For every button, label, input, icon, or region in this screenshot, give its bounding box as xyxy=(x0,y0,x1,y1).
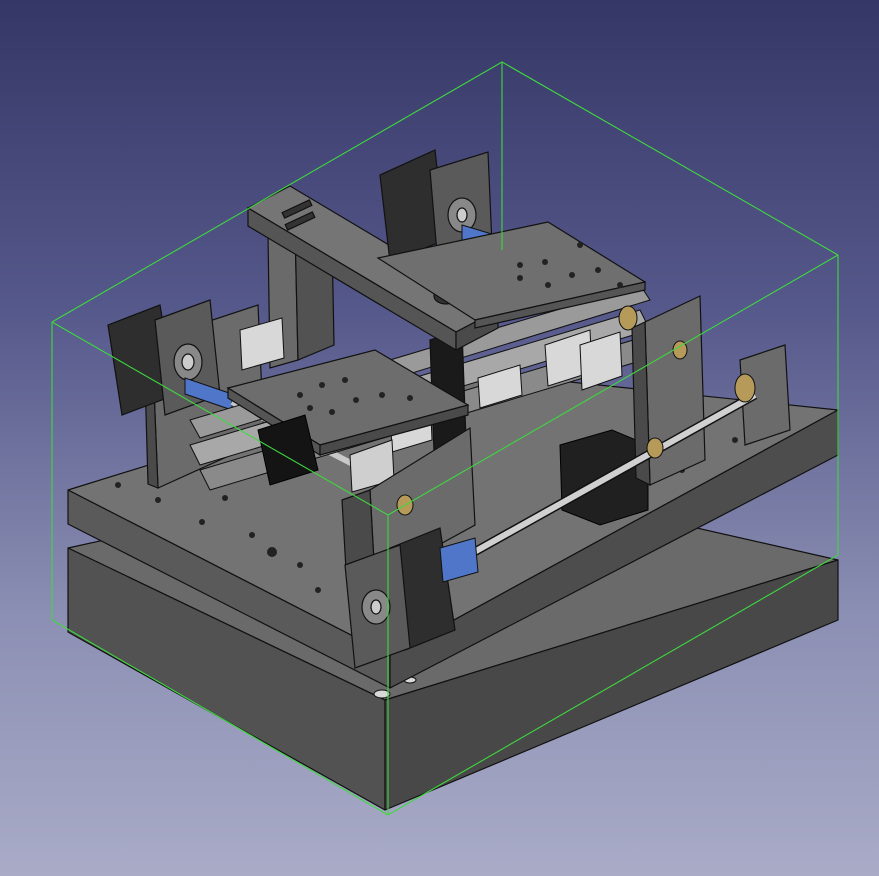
hole xyxy=(297,392,303,398)
hole xyxy=(379,392,385,398)
3d-viewport[interactable] xyxy=(0,0,879,876)
hole xyxy=(407,395,413,401)
hole xyxy=(319,382,325,388)
hole xyxy=(297,562,303,568)
hole xyxy=(329,409,335,415)
hole xyxy=(732,437,738,443)
hole xyxy=(115,482,121,488)
cad-model-view[interactable] xyxy=(0,0,879,876)
hole xyxy=(249,532,255,538)
hole xyxy=(342,377,348,383)
hole xyxy=(222,495,228,501)
hole xyxy=(545,282,551,288)
brass-nut xyxy=(618,305,638,331)
motor-shaft xyxy=(181,353,195,371)
hole xyxy=(307,405,313,411)
hole xyxy=(199,519,205,525)
hole xyxy=(315,587,321,593)
hole xyxy=(569,272,575,278)
hole xyxy=(155,497,161,503)
hole xyxy=(595,267,601,273)
hole xyxy=(542,259,548,265)
hole xyxy=(517,262,523,268)
hole xyxy=(353,397,359,403)
brass-nut xyxy=(646,437,664,459)
brass-nut xyxy=(734,373,756,403)
motor-shaft xyxy=(370,599,382,615)
hole xyxy=(577,242,583,248)
hole xyxy=(517,275,523,281)
hole xyxy=(267,547,277,557)
hole xyxy=(617,282,623,288)
motor-shaft xyxy=(456,207,468,223)
